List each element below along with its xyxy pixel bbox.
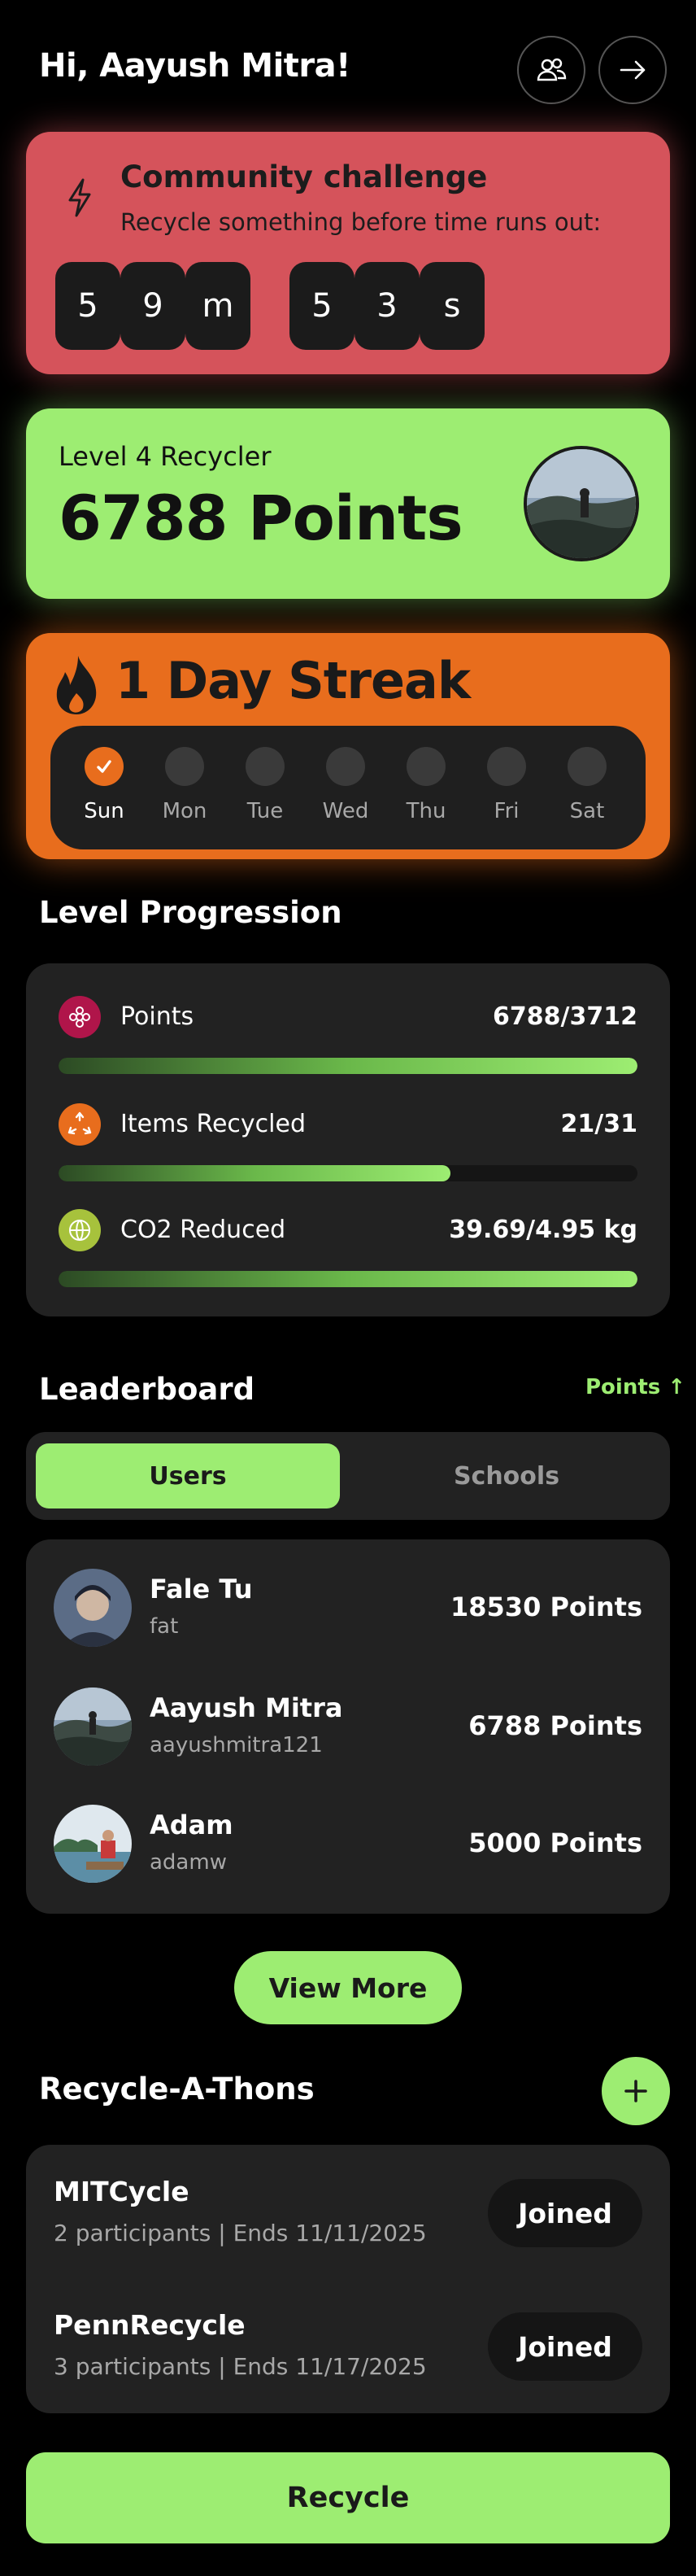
day-fri: Fri [468, 747, 546, 823]
level-label: Level 4 Recycler [59, 441, 272, 472]
people-icon [537, 58, 567, 81]
leaderboard-name: Adam [150, 1810, 233, 1840]
header: Hi, Aayush Mitra! [39, 36, 670, 104]
day-indicator [487, 747, 526, 786]
day-label: Fri [494, 799, 520, 823]
leaderboard-points: 18530 Points [450, 1591, 642, 1622]
day-indicator [246, 747, 285, 786]
leaderboard-row[interactable]: Adam adamw 5000 Points [54, 1805, 642, 1886]
points-total: 6788 Points [59, 482, 463, 554]
timer-unit: m [185, 262, 250, 350]
progress-value: 21/31 [560, 1110, 637, 1138]
day-indicator [568, 747, 607, 786]
leaderboard-handle: adamw [150, 1850, 227, 1875]
recycle-a-thons-title: Recycle-A-Thons [39, 2072, 315, 2107]
progress-fill [59, 1165, 451, 1181]
day-label: Sun [84, 799, 124, 823]
leaderboard-tabs: Users Schools [26, 1432, 670, 1520]
joined-button[interactable]: Joined [488, 2312, 642, 2381]
day-mon: Mon [146, 747, 224, 823]
avatar [54, 1569, 132, 1647]
plus-icon [624, 2080, 647, 2102]
timer-digit: 9 [120, 262, 185, 350]
leaderboard-list: Fale Tu fat 18530 Points Aayush Mitra aa… [26, 1539, 670, 1914]
friends-button[interactable] [517, 36, 585, 104]
timer-unit: s [420, 262, 485, 350]
progress-fill [59, 1271, 637, 1287]
recycle-a-thon-name: MITCycle [54, 2176, 189, 2207]
leaderboard-handle: aayushmitra121 [150, 1733, 323, 1757]
leaderboard-name: Fale Tu [150, 1574, 253, 1605]
avatar[interactable] [524, 446, 639, 561]
day-label: Mon [162, 799, 207, 823]
avatar [54, 1687, 132, 1766]
day-indicator [407, 747, 446, 786]
leaderboard-title: Leaderboard [39, 1372, 255, 1407]
globe-icon [59, 1209, 101, 1251]
challenge-subtitle: Recycle something before time runs out: [120, 208, 602, 236]
leaderboard-points: 6788 Points [468, 1710, 642, 1741]
recycle-a-thons-list: MITCycle 2 participants | Ends 11/11/202… [26, 2145, 670, 2413]
recycle-icon [59, 1103, 101, 1146]
progress-label: Items Recycled [120, 1110, 306, 1138]
add-recycle-a-thon-button[interactable] [602, 2057, 670, 2125]
day-label: Thu [406, 799, 446, 823]
day-tue: Tue [226, 747, 304, 823]
day-done-indicator [85, 747, 124, 786]
progress-label: CO2 Reduced [120, 1216, 286, 1244]
recycle-a-thon-item: PennRecycle 3 participants | Ends 11/17/… [54, 2309, 642, 2390]
day-label: Wed [322, 799, 369, 823]
progress-track [59, 1271, 637, 1287]
level-progression-title: Level Progression [39, 895, 342, 930]
timer-digit: 3 [355, 262, 420, 350]
tab-users[interactable]: Users [36, 1443, 340, 1508]
day-thu: Thu [387, 747, 465, 823]
flower-icon [59, 996, 101, 1038]
logout-button[interactable] [598, 36, 667, 104]
day-label: Sat [569, 799, 605, 823]
progress-value: 39.69/4.95 kg [449, 1216, 637, 1244]
leaderboard-row[interactable]: Aayush Mitra aayushmitra121 6788 Points [54, 1687, 642, 1769]
day-wed: Wed [307, 747, 385, 823]
day-sat: Sat [548, 747, 626, 823]
recycle-a-thon-name: PennRecycle [54, 2309, 246, 2341]
level-card: Level 4 Recycler 6788 Points [26, 408, 670, 599]
lightning-icon [68, 178, 91, 217]
progress-fill [59, 1058, 637, 1074]
challenge-title: Community challenge [120, 159, 488, 194]
leaderboard-handle: fat [150, 1614, 179, 1639]
progress-track [59, 1058, 637, 1074]
view-more-button[interactable]: View More [234, 1951, 462, 2024]
progress-value: 6788/3712 [493, 1002, 637, 1031]
community-challenge-card: Community challenge Recycle something be… [26, 132, 670, 374]
day-sun: Sun [65, 747, 143, 823]
streak-week: Sun Mon Tue Wed Thu Fri Sat [50, 726, 646, 849]
timer-digit: 5 [55, 262, 120, 350]
leaderboard-name: Aayush Mitra [150, 1692, 343, 1723]
recycle-button[interactable]: Recycle [26, 2452, 670, 2543]
progress-label: Points [120, 1002, 194, 1031]
day-indicator [326, 747, 365, 786]
timer-digit: 5 [289, 262, 355, 350]
level-progression-card: Points 6788/3712 Items Recycled 21/31 CO… [26, 963, 670, 1316]
arrow-right-icon [620, 60, 646, 80]
leaderboard-sort-toggle[interactable]: Points ↑ [585, 1375, 685, 1399]
streak-card: 1 Day Streak Sun Mon Tue Wed Thu Fri Sat [26, 633, 670, 859]
leaderboard-row[interactable]: Fale Tu fat 18530 Points [54, 1569, 642, 1650]
day-indicator [165, 747, 204, 786]
leaderboard-points: 5000 Points [468, 1827, 642, 1858]
recycle-a-thon-meta: 2 participants | Ends 11/11/2025 [54, 2220, 427, 2246]
joined-button[interactable]: Joined [488, 2179, 642, 2247]
day-label: Tue [246, 799, 284, 823]
streak-title: 1 Day Streak [115, 651, 471, 710]
tab-schools[interactable]: Schools [355, 1443, 659, 1508]
check-icon [97, 760, 111, 773]
recycle-a-thon-item: MITCycle 2 participants | Ends 11/11/202… [54, 2176, 642, 2257]
progress-track [59, 1165, 637, 1181]
recycle-a-thon-meta: 3 participants | Ends 11/17/2025 [54, 2353, 427, 2380]
flame-icon [56, 656, 97, 714]
greeting-title: Hi, Aayush Mitra! [39, 47, 350, 85]
avatar [54, 1805, 132, 1883]
